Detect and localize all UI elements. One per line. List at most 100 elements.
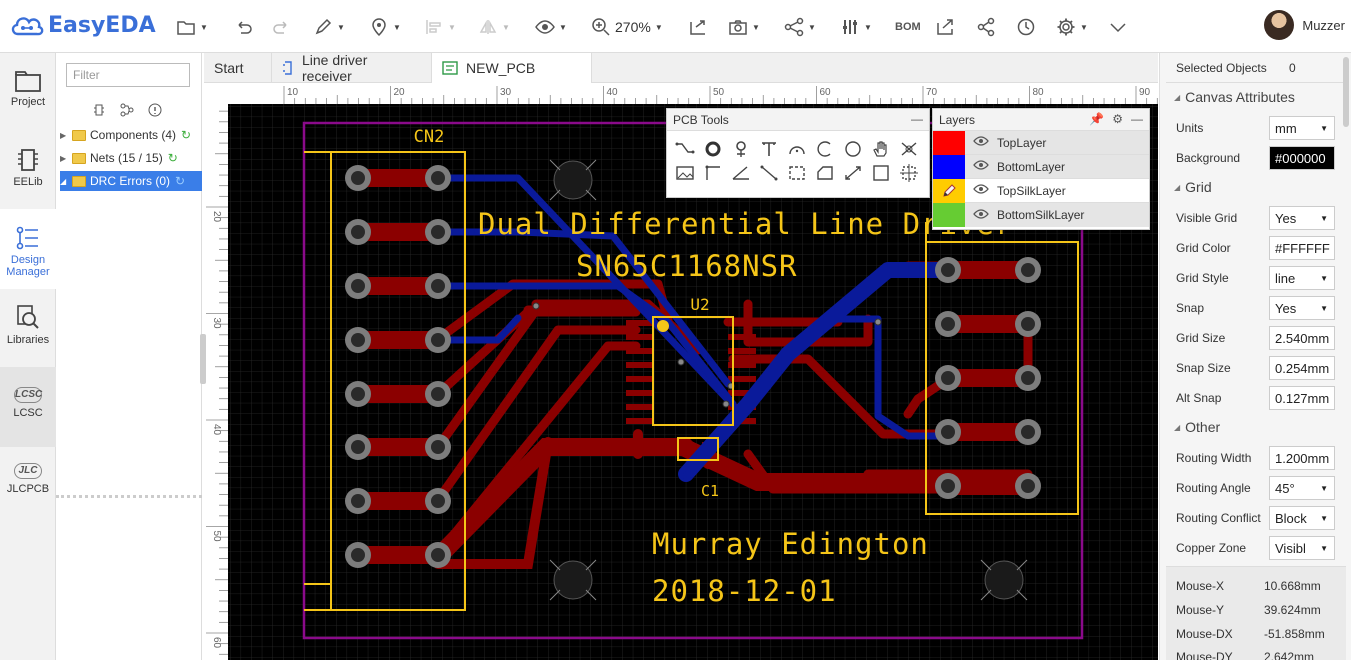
eye-icon[interactable] xyxy=(973,135,989,150)
tab-new-pcb[interactable]: NEW_PCB xyxy=(432,53,592,83)
rail-lcsc[interactable]: LCSC LCSC xyxy=(0,367,56,447)
collapse-left-handle[interactable] xyxy=(200,334,206,384)
grid-color-input[interactable]: #FFFFFF xyxy=(1269,236,1335,260)
routing-angle-select[interactable]: 45° ▼ xyxy=(1269,476,1335,500)
background-color-input[interactable]: #000000 xyxy=(1269,146,1335,170)
user-menu[interactable]: Muzzer xyxy=(1264,10,1345,40)
copper-zone-select[interactable]: Visibl ▼ xyxy=(1269,536,1335,560)
align-menu[interactable]: ▼ xyxy=(424,15,456,39)
rail-project[interactable]: Project xyxy=(0,69,56,117)
collapse-arrow-icon[interactable]: ◢ xyxy=(60,177,72,186)
export-button[interactable] xyxy=(688,15,708,39)
expand-arrow-icon[interactable]: ▶ xyxy=(60,154,72,163)
layer-active-pencil-icon[interactable] xyxy=(933,178,965,203)
layers-header[interactable]: Layers 📌 ⚙ — xyxy=(933,109,1149,131)
share-out-button[interactable] xyxy=(935,15,955,39)
tab-start[interactable]: Start xyxy=(204,53,272,83)
share-button[interactable] xyxy=(976,15,996,39)
copper-area-tool-icon[interactable] xyxy=(783,161,811,185)
grid-size-input[interactable]: 2.540mm xyxy=(1269,326,1335,350)
place-menu[interactable]: ▼ xyxy=(369,15,401,39)
minimize-icon[interactable]: — xyxy=(1131,112,1143,126)
routing-width-input[interactable]: 1.200mm xyxy=(1269,446,1335,470)
routing-conflict-select[interactable]: Block ▼ xyxy=(1269,506,1335,530)
pcb-tools-window[interactable]: PCB Tools — xyxy=(666,108,930,198)
visible-grid-select[interactable]: Yes ▼ xyxy=(1269,206,1335,230)
rect-tool-icon[interactable] xyxy=(867,161,895,185)
alt-snap-input[interactable]: 0.127mm xyxy=(1269,386,1335,410)
solid-region-tool-icon[interactable] xyxy=(811,161,839,185)
layer-color-swatch[interactable] xyxy=(933,130,965,155)
text-tool-icon[interactable] xyxy=(755,137,783,161)
grid-section[interactable]: ◢ Grid xyxy=(1174,179,1212,195)
eye-icon[interactable] xyxy=(973,208,989,223)
refresh-icon[interactable]: ↻ xyxy=(168,151,178,165)
rail-libraries[interactable]: Libraries xyxy=(0,303,56,351)
refresh-icon[interactable]: ↻ xyxy=(181,128,191,142)
snap-size-input[interactable]: 0.254mm xyxy=(1269,356,1335,380)
info-icon[interactable] xyxy=(148,103,162,117)
units-select[interactable]: mm ▼ xyxy=(1269,116,1335,140)
rail-jlcpcb[interactable]: JLC JLCPCB xyxy=(0,463,56,511)
more-button[interactable] xyxy=(1108,15,1128,39)
circle-tool-icon[interactable] xyxy=(839,137,867,161)
angle-tool-icon[interactable] xyxy=(727,161,755,185)
layers-window[interactable]: Layers 📌 ⚙ — TopLayer BottomLayer TopSil… xyxy=(932,108,1150,230)
redo-button[interactable] xyxy=(272,15,292,39)
tree-item-nets[interactable]: ▶ Nets (15 / 15) ↻ xyxy=(60,148,202,168)
via-tool-icon[interactable] xyxy=(727,137,755,161)
layer-row-top[interactable]: TopLayer xyxy=(933,130,1149,155)
undo-button[interactable] xyxy=(233,15,253,39)
panel-scrollbar[interactable] xyxy=(1343,57,1349,127)
hand-tool-icon[interactable] xyxy=(867,137,895,161)
connect-pad-tool-icon[interactable] xyxy=(895,137,923,161)
history-button[interactable] xyxy=(1016,15,1036,39)
grid-style-select[interactable]: line ▼ xyxy=(1269,266,1335,290)
tree-item-drc-errors[interactable]: ◢ DRC Errors (0) ↻ xyxy=(60,171,202,191)
snap-select[interactable]: Yes ▼ xyxy=(1269,296,1335,320)
rail-design-manager[interactable]: Design Manager xyxy=(0,209,56,289)
component-icon[interactable] xyxy=(92,103,106,117)
track-tool-icon[interactable] xyxy=(671,137,699,161)
canvas-origin-tool-icon[interactable] xyxy=(895,161,923,185)
bom-button[interactable]: BOM xyxy=(895,15,921,39)
easyeda-logo[interactable]: EasyEDA xyxy=(10,12,156,38)
eye-icon[interactable] xyxy=(973,159,989,174)
expand-arrow-icon[interactable]: ▶ xyxy=(60,131,72,140)
pad-tool-icon[interactable] xyxy=(699,137,727,161)
minimize-icon[interactable]: — xyxy=(911,112,923,126)
dimension-tool-icon[interactable] xyxy=(699,161,727,185)
arc2-tool-icon[interactable] xyxy=(811,137,839,161)
layer-row-bottom[interactable]: BottomLayer xyxy=(933,154,1149,179)
arc-tool-icon[interactable] xyxy=(783,137,811,161)
layer-row-bottomsilk[interactable]: BottomSilkLayer xyxy=(933,203,1149,227)
pin-icon[interactable]: 📌 xyxy=(1089,112,1104,126)
filter-input[interactable]: Filter xyxy=(66,63,190,87)
settings-menu[interactable]: ▼ xyxy=(1056,15,1088,39)
image-tool-icon[interactable] xyxy=(671,161,699,185)
view-menu[interactable]: ▼ xyxy=(535,15,567,39)
layer-color-swatch[interactable] xyxy=(933,203,965,227)
rail-eelib[interactable]: EELib xyxy=(0,147,56,191)
tab-line-driver-receiver[interactable]: Line driver receiver xyxy=(272,52,432,84)
zoom-menu[interactable]: 270% ▼ xyxy=(591,15,663,39)
tree-item-components[interactable]: ▶ Components (4) ↻ xyxy=(60,125,202,145)
share-nodes-menu[interactable]: ▼ xyxy=(784,15,816,39)
flip-menu[interactable]: ▼ xyxy=(478,15,510,39)
refresh-icon[interactable]: ↻ xyxy=(175,174,185,188)
pcb-tools-header[interactable]: PCB Tools — xyxy=(667,109,929,131)
canvas-attributes-section[interactable]: ◢ Canvas Attributes xyxy=(1174,89,1295,105)
panel-divider[interactable] xyxy=(56,495,202,498)
camera-menu[interactable]: ▼ xyxy=(728,15,760,39)
line-tool-icon[interactable] xyxy=(755,161,783,185)
draw-menu[interactable]: ▼ xyxy=(313,15,345,39)
folder-menu[interactable]: ▼ xyxy=(176,15,208,39)
layer-row-topsilk[interactable]: TopSilkLayer xyxy=(933,178,1149,203)
gear-icon[interactable]: ⚙ xyxy=(1112,112,1123,126)
other-section[interactable]: ◢ Other xyxy=(1174,419,1220,435)
measure-tool-icon[interactable] xyxy=(839,161,867,185)
eye-icon[interactable] xyxy=(973,183,989,198)
tools-menu[interactable]: ▼ xyxy=(840,15,872,39)
net-icon[interactable] xyxy=(120,103,134,117)
layer-color-swatch[interactable] xyxy=(933,154,965,179)
